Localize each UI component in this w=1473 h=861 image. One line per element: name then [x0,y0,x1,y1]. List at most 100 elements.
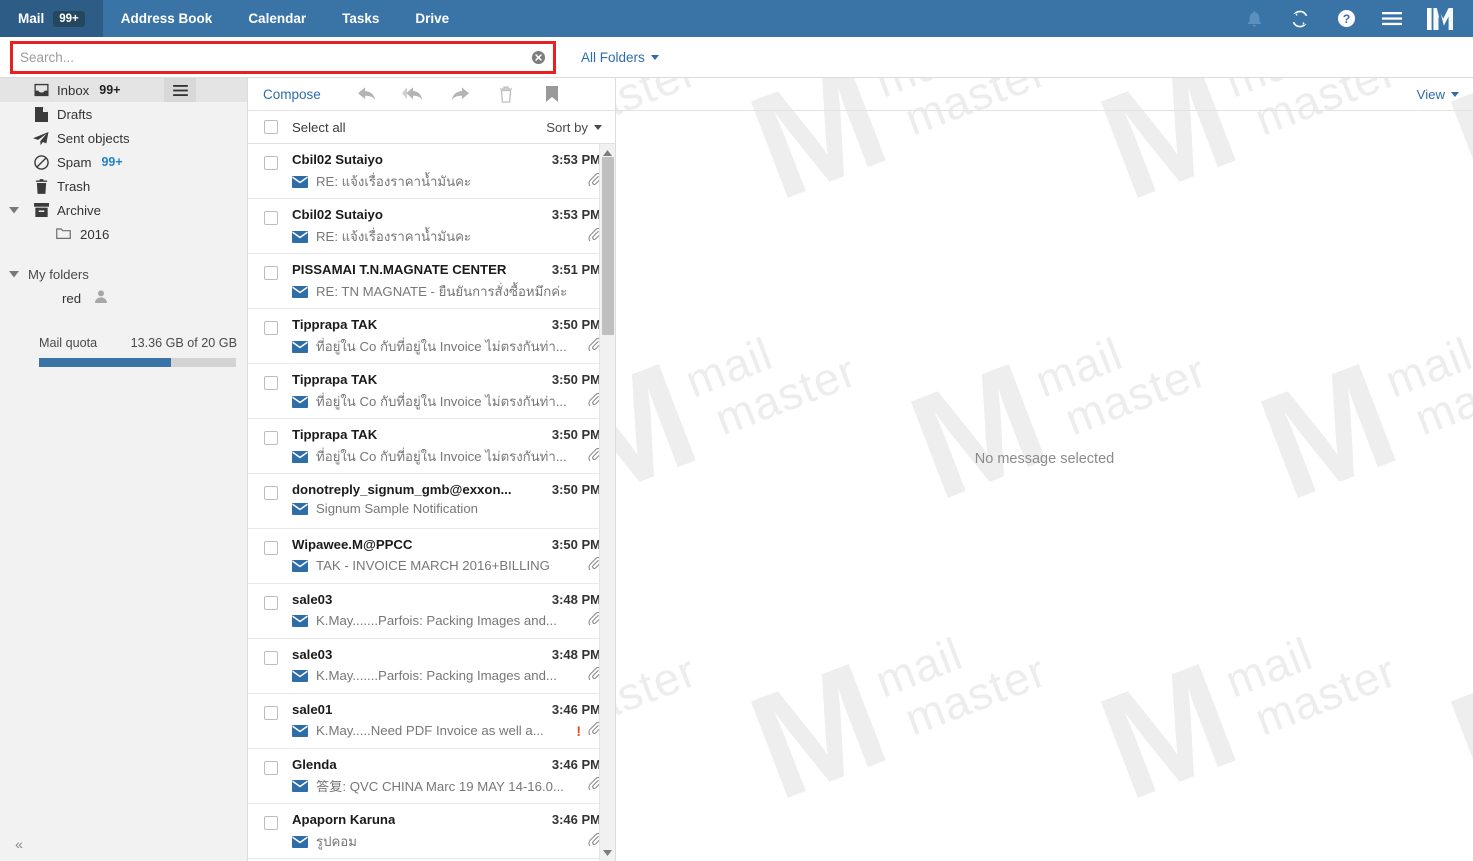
message-checkbox[interactable] [264,321,278,335]
message-subject-line: Signum Sample Notification [292,501,601,516]
scroll-down-arrow-icon[interactable] [600,844,615,861]
envelope-icon [292,614,308,627]
view-dropdown[interactable]: View [1417,87,1459,102]
envelope-icon [292,285,308,298]
message-sender: Wipawee.M@PPCC [292,537,413,552]
flag-icon[interactable] [529,78,575,110]
compose-button[interactable]: Compose [263,87,321,102]
sidebar-item-sent[interactable]: Sent objects [0,126,247,150]
message-row[interactable]: Tipprapa TAK 3:50 PM ที่อยู่ใน Co กับที่อย… [248,309,615,364]
trash-icon [28,178,54,194]
message-checkbox[interactable] [264,706,278,720]
message-row[interactable]: Wipawee.M@PPCC 3:50 PM TAK - INVOICE MARCH… [248,529,615,584]
nav-tab-tasks-label: Tasks [342,11,380,26]
nav-tab-address-book[interactable]: Address Book [103,0,231,37]
message-row[interactable]: Cbil02 Sutaiyo 3:53 PM RE: แจ้งเรื่องราคาน… [248,199,615,254]
search-box[interactable] [10,40,556,74]
all-folders-dropdown[interactable]: All Folders [581,50,659,65]
bell-icon[interactable] [1231,0,1277,37]
message-time: 3:51 PM [551,262,601,277]
message-row[interactable]: sale03 3:48 PM K.May.......Parfois: Packin… [248,639,615,694]
inbox-context-menu-icon[interactable] [164,78,196,102]
message-sender: Tipprapa TAK [292,317,378,332]
scrollbar-thumb[interactable] [602,157,614,335]
message-subject: K.May.......Parfois: Packing Images and.… [316,613,557,628]
sidebar-item-trash-label: Trash [57,178,91,194]
envelope-icon [292,835,308,848]
nav-tab-mail[interactable]: Mail 99+ [0,0,103,37]
nav-tab-mail-label: Mail [18,11,45,26]
forward-icon[interactable] [437,78,483,110]
message-checkbox[interactable] [264,431,278,445]
reply-all-icon[interactable] [391,78,437,110]
message-time: 3:46 PM [551,812,601,827]
message-sender: Cbil02 Sutaiyo [292,152,383,167]
message-checkbox[interactable] [264,596,278,610]
search-input[interactable] [13,43,523,71]
message-row[interactable]: donotreply_signum_gmb@exxon... 3:50 PM Sig… [248,474,615,529]
sidebar-item-archive-label: Archive [57,202,101,218]
sidebar-item-red[interactable]: red [0,286,247,310]
sidebar-item-spam[interactable]: Spam 99+ [0,150,247,174]
help-icon[interactable]: ? [1323,0,1369,37]
message-row[interactable]: sale03 3:48 PM K.May.......Parfois: Packin… [248,584,615,639]
sidebar-item-archive[interactable]: Archive [0,198,247,222]
nav-tab-calendar[interactable]: Calendar [230,0,324,37]
message-checkbox[interactable] [264,541,278,555]
message-checkbox[interactable] [264,266,278,280]
sidebar-item-inbox[interactable]: Inbox 99+ [0,78,247,102]
message-sender: Apaporn Karuna [292,812,396,827]
my-folders-expand-twisty-icon[interactable] [0,270,28,278]
message-row[interactable]: Cbil02 Sutaiyo 3:53 PM RE: แจ้งเรื่องราคาน… [248,144,615,199]
sidebar-my-folders-header[interactable]: My folders [0,262,247,286]
reply-icon[interactable] [345,78,391,110]
message-checkbox[interactable] [264,761,278,775]
message-row[interactable]: Glenda 3:46 PM 答复: QVC CHINA Marc 19 MAY 1… [248,749,615,804]
nav-tab-mail-badge: 99+ [53,10,85,27]
message-checkbox[interactable] [264,376,278,390]
message-header-line: sale03 3:48 PM [292,647,601,662]
mailmaster-logo[interactable] [1415,0,1467,37]
message-list[interactable]: Cbil02 Sutaiyo 3:53 PM RE: แจ้งเรื่องราคาน… [248,144,615,861]
message-time: 3:53 PM [551,152,601,167]
sidebar-item-drafts[interactable]: Drafts [0,102,247,126]
message-row[interactable]: Tipprapa TAK 3:50 PM ที่อยู่ใน Co กับที่อย… [248,419,615,474]
message-list-scrollbar[interactable] [599,144,615,861]
message-checkbox[interactable] [264,486,278,500]
message-body: PISSAMAI T.N.MAGNATE CENTER 3:51 PM RE: TN… [292,262,601,302]
message-body: Cbil02 Sutaiyo 3:53 PM RE: แจ้งเรื่องราคาน… [292,152,603,192]
message-row[interactable]: Tipprapa TAK 3:50 PM ที่อยู่ใน Co กับที่อย… [248,364,615,419]
message-checkbox[interactable] [264,156,278,170]
message-checkbox[interactable] [264,211,278,225]
clear-circle-icon[interactable] [523,44,553,71]
message-row[interactable]: Apaporn Karuna 3:46 PM รูปคอม [248,804,615,859]
message-checkbox[interactable] [264,651,278,665]
message-header-line: Tipprapa TAK 3:50 PM [292,372,601,387]
spam-icon [28,154,54,170]
refresh-icon[interactable] [1277,0,1323,37]
mail-quota-bar-fill [39,358,171,367]
message-row[interactable]: PISSAMAI T.N.MAGNATE CENTER 3:51 PM RE: TN… [248,254,615,309]
message-sender: Cbil02 Sutaiyo [292,207,383,222]
nav-tab-tasks[interactable]: Tasks [324,0,397,37]
message-header-line: Tipprapa TAK 3:50 PM [292,427,601,442]
delete-icon[interactable] [483,78,529,110]
select-all-checkbox[interactable] [264,120,278,134]
topbar-icon-group: ? [1231,0,1473,37]
collapse-sidebar-button[interactable]: « [0,827,38,861]
sort-by-dropdown[interactable]: Sort by [546,120,602,135]
nav-tab-drive[interactable]: Drive [397,0,467,37]
select-all-label[interactable]: Select all [292,120,346,135]
message-body: Tipprapa TAK 3:50 PM ที่อยู่ใน Co กับที่อย… [292,317,603,357]
shared-user-icon [95,290,108,306]
archive-expand-twisty-icon[interactable] [0,206,28,214]
hamburger-menu-icon[interactable] [1369,0,1415,37]
draft-icon [28,106,54,122]
chevron-down-icon [594,124,602,130]
sidebar-item-archive-2016[interactable]: 2016 [0,222,247,246]
message-subject-line: K.May.......Parfois: Packing Images and.… [292,666,603,685]
sidebar-item-spam-label: Spam [57,154,92,170]
message-checkbox[interactable] [264,816,278,830]
sidebar-item-trash[interactable]: Trash [0,174,247,198]
message-row[interactable]: sale01 3:46 PM K.May.....Need PDF Invoice … [248,694,615,749]
